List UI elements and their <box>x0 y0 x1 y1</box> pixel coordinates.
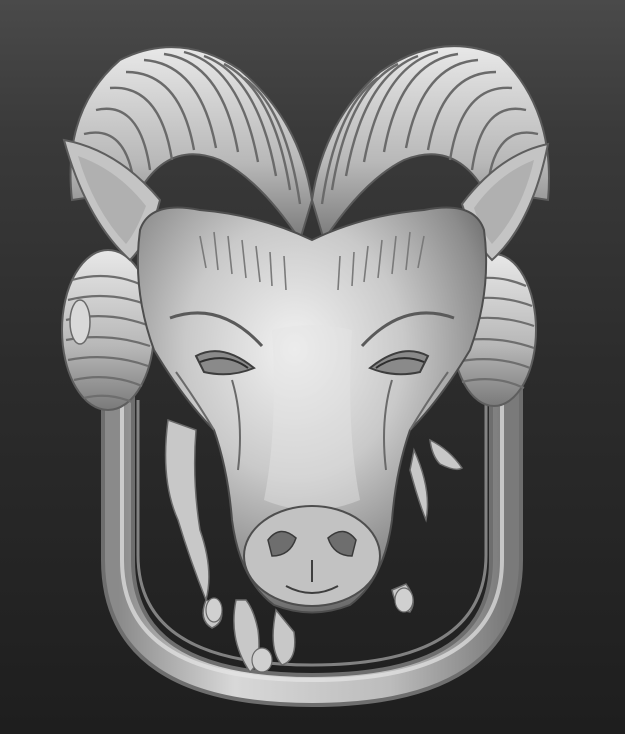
muzzle <box>243 505 381 607</box>
render-viewport <box>0 0 625 734</box>
ram-head-sculpture <box>61 45 550 708</box>
